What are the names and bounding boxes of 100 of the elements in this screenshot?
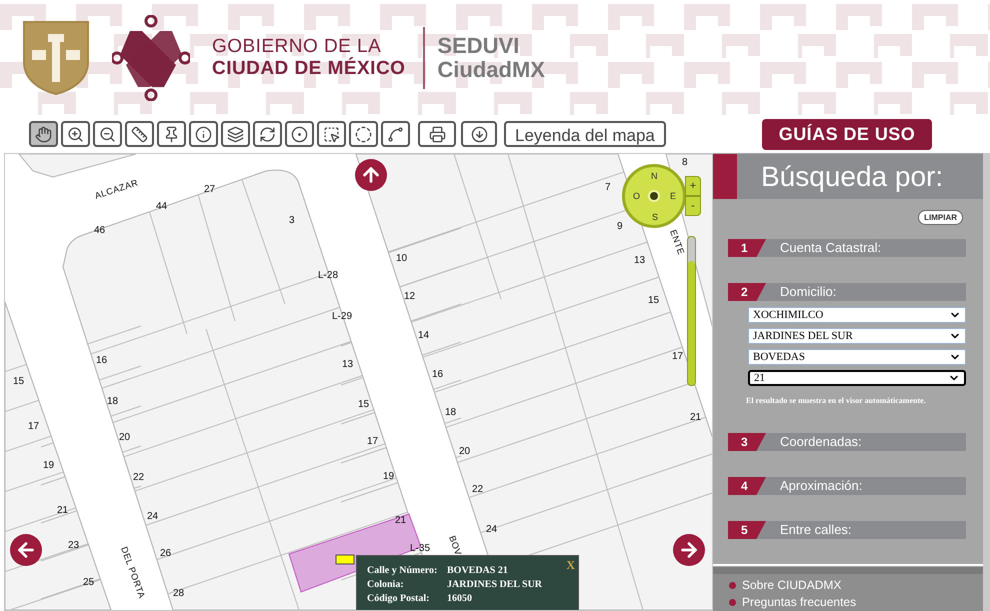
lot-number: 24 <box>147 511 158 522</box>
bullet-icon <box>729 599 736 606</box>
lot-number: 13 <box>634 255 646 266</box>
lot-number: 19 <box>383 471 394 482</box>
lot-number: 15 <box>358 399 370 410</box>
arrow-left-icon <box>15 539 37 561</box>
section-label: Coordenadas: <box>779 433 862 451</box>
usage-guides-button[interactable]: GUÍAS DE USO <box>762 118 932 150</box>
map-tool-button[interactable] <box>61 121 90 147</box>
lot-number: 15 <box>648 295 660 306</box>
lot-number: 14 <box>418 330 430 341</box>
search-section-header[interactable]: 4 Aproximación: <box>728 477 966 495</box>
address-dropdown[interactable]: JARDINES DEL SUR <box>748 328 966 344</box>
search-section-header[interactable]: 5 Entre calles: <box>728 521 966 539</box>
popup-field-value: JARDINES DEL SUR <box>447 578 542 592</box>
address-dropdown[interactable]: BOVEDAS <box>748 349 966 365</box>
section-number: 4 <box>728 477 766 495</box>
zoom-in-button[interactable]: + <box>685 176 701 196</box>
panel-scrollbar[interactable] <box>983 153 990 611</box>
close-button[interactable]: X <box>566 556 575 574</box>
dropdown-value: XOCHIMILCO <box>753 308 824 323</box>
map-tool-button[interactable] <box>157 121 186 147</box>
app-name: CiudadMX <box>437 58 545 82</box>
app-name: SEDUVI <box>437 34 520 58</box>
map-tool-button[interactable] <box>93 121 122 147</box>
circle-select-icon <box>355 126 372 142</box>
lot-number: L-28 <box>318 270 338 281</box>
download-icon <box>470 126 488 142</box>
rectangle-select-icon <box>323 126 340 142</box>
lot-number: 20 <box>459 446 470 457</box>
map-tool-button[interactable] <box>418 121 456 147</box>
section-label: Aproximación: <box>779 477 862 495</box>
zoom-out-button[interactable]: - <box>685 196 701 216</box>
lot-number: 15 <box>13 376 24 387</box>
compass-center-icon <box>648 190 660 202</box>
lot-number: 18 <box>107 396 118 407</box>
lot-number: 19 <box>43 460 54 471</box>
lot-number: 25 <box>83 577 94 588</box>
section-number: 2 <box>728 283 766 301</box>
arrow-right-icon <box>678 539 700 561</box>
lot-number: 12 <box>404 291 416 302</box>
popup-field-value: BOVEDAS 21 <box>447 564 508 578</box>
dropdown-value: BOVEDAS <box>753 350 805 365</box>
lot-number: 26 <box>160 548 172 559</box>
lot-number: 27 <box>204 184 216 195</box>
map-legend-button[interactable]: Leyenda del mapa <box>504 121 666 147</box>
search-section-header[interactable]: 3 Coordenadas: <box>728 433 966 451</box>
section-label: Domicilio: <box>779 283 836 301</box>
clear-button[interactable]: LIMPIAR <box>918 210 963 225</box>
section-label: Cuenta Catastral: <box>779 239 882 257</box>
street-name: BOV <box>447 534 464 557</box>
zoom-slider-fill[interactable] <box>688 260 695 385</box>
lot-number: 44 <box>156 201 168 212</box>
map-tool-button[interactable] <box>285 121 314 147</box>
compass-north[interactable]: N <box>651 170 658 184</box>
lot-number: L-29 <box>332 311 352 322</box>
dropdown-value: JARDINES DEL SUR <box>753 328 853 344</box>
layers-icon <box>227 126 244 142</box>
map-tool-button[interactable] <box>317 121 346 147</box>
search-section-header[interactable]: 2 Domicilio: <box>728 283 966 301</box>
lot-number: 21 <box>395 515 406 526</box>
map-tool-button[interactable] <box>253 121 282 147</box>
dropdown-value: 21 <box>754 370 765 386</box>
lot-number: 28 <box>173 588 184 599</box>
lot-number: 9 <box>617 221 623 232</box>
lot-number: 7 <box>605 182 611 193</box>
map-tool-button[interactable] <box>221 121 250 147</box>
lot-number: 10 <box>396 253 408 264</box>
section-label: Entre calles: <box>779 521 852 539</box>
pushpin-icon <box>163 126 180 142</box>
lot-number: 24 <box>486 524 498 535</box>
government-name: GOBIERNO DE LA <box>212 36 382 57</box>
map-tool-button[interactable] <box>189 121 218 147</box>
government-name: CIUDAD DE MÉXICO <box>212 58 406 80</box>
polygon-select-icon <box>387 126 404 142</box>
compass-south[interactable]: S <box>652 211 658 224</box>
lot-number: 18 <box>445 407 456 418</box>
search-note: El resultado se muestra en el visor automáticamente. <box>745 395 927 407</box>
popup-field-value: 16050 <box>447 592 472 606</box>
map-tool-button[interactable] <box>461 121 497 147</box>
compass-east[interactable]: E <box>670 190 676 204</box>
section-number: 3 <box>728 433 766 451</box>
map-tool-button[interactable] <box>349 121 378 147</box>
title-accent-bar <box>713 154 737 199</box>
ruler-icon <box>131 126 148 142</box>
map-tool-button[interactable] <box>381 121 410 147</box>
search-section-header[interactable]: 1 Cuenta Catastral: <box>728 239 966 257</box>
lot-number: 46 <box>94 225 106 236</box>
lot-number: 17 <box>367 436 378 447</box>
compass-west[interactable]: O <box>633 190 640 204</box>
lot-number: 20 <box>119 432 130 443</box>
address-dropdown[interactable]: XOCHIMILCO <box>748 307 966 323</box>
section-number: 1 <box>728 239 766 257</box>
popup-field-label: Código Postal: <box>367 592 430 606</box>
lot-number: 21 <box>57 505 68 516</box>
map-tool-button[interactable] <box>29 121 58 147</box>
address-dropdown[interactable]: 21 <box>748 370 966 386</box>
lot-number: 17 <box>672 351 684 362</box>
map-tool-button[interactable] <box>125 121 154 147</box>
lot-number: 23 <box>68 540 80 551</box>
